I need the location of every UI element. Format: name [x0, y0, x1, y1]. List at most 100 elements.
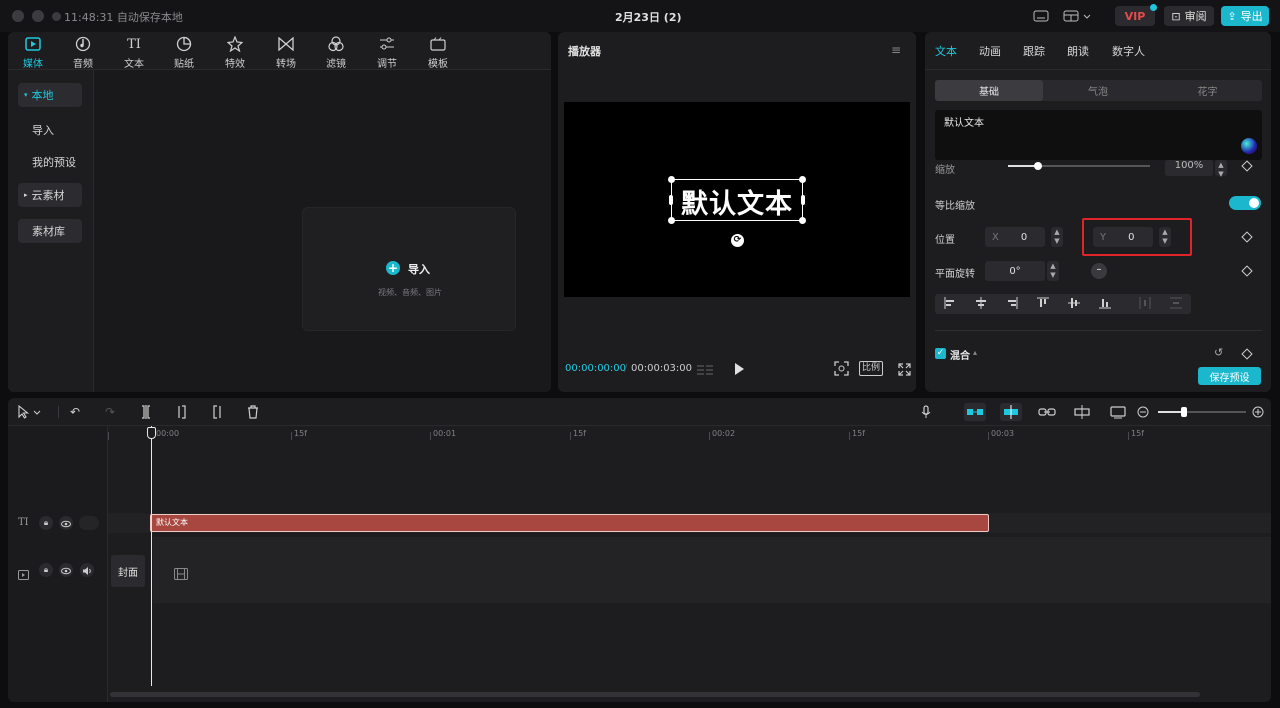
align-center-h-icon[interactable]	[971, 297, 991, 311]
horizontal-scrollbar[interactable]	[110, 692, 1200, 697]
rotation-keyframe-icon[interactable]	[1241, 265, 1253, 277]
rotation-input[interactable]: 0°	[985, 261, 1045, 281]
canvas-text-element[interactable]: 默认文本	[668, 176, 806, 224]
tab-filter[interactable]: 滤镜	[316, 35, 356, 70]
screen-preview-icon[interactable]	[1108, 403, 1128, 421]
subtab-bubble[interactable]: 气泡	[1044, 80, 1152, 101]
tab-text[interactable]: TI 文本	[114, 35, 154, 71]
fit-view-icon[interactable]	[834, 361, 849, 380]
rotation-dial-icon[interactable]: –	[1091, 263, 1107, 279]
close-window-button[interactable]	[12, 10, 24, 22]
tab-animation[interactable]: 动画	[979, 43, 1001, 59]
keyboard-shortcuts-icon[interactable]	[1031, 7, 1051, 25]
text-content-input[interactable]: 默认文本	[935, 110, 1262, 160]
align-top-icon[interactable]	[1033, 297, 1053, 311]
resize-handle-bl[interactable]	[668, 217, 675, 224]
trim-left-icon[interactable]	[174, 403, 190, 421]
scale-stepper[interactable]: ▲ ▼	[1215, 160, 1227, 178]
video-track-lock-icon[interactable]: 🔒︎	[39, 563, 53, 577]
align-center-v-icon[interactable]	[1064, 297, 1084, 311]
select-tool-button[interactable]	[16, 403, 44, 421]
tab-digital-human[interactable]: 数字人	[1112, 43, 1145, 59]
rotate-handle-icon[interactable]: ⟳	[731, 234, 744, 247]
text-track-visibility-icon[interactable]	[59, 516, 73, 530]
cover-button[interactable]: 封面	[111, 555, 145, 587]
resize-handle-tl[interactable]	[668, 176, 675, 183]
position-keyframe-icon[interactable]	[1241, 231, 1253, 243]
sidebar-item-cloud[interactable]: ▸ 云素材	[18, 183, 82, 207]
reset-icon[interactable]: ↺	[1214, 346, 1223, 359]
tab-transition[interactable]: 转场	[266, 35, 306, 70]
toolbar-divider	[58, 406, 59, 418]
zoom-slider-thumb[interactable]	[1181, 407, 1187, 417]
align-bottom-icon[interactable]	[1095, 297, 1115, 311]
timeline-ruler[interactable]: 00:00 15f 00:01 15f 00:02 15f 00:03 15f	[108, 426, 1271, 442]
playhead-handle[interactable]	[147, 427, 156, 439]
tab-template[interactable]: 模板	[418, 35, 458, 70]
fullscreen-icon[interactable]	[898, 361, 911, 380]
tab-text-props[interactable]: 文本	[935, 43, 957, 59]
scale-keyframe-icon[interactable]	[1241, 160, 1253, 172]
trim-right-icon[interactable]	[209, 403, 225, 421]
zoom-out-icon[interactable]	[1135, 403, 1151, 421]
sidebar-item-import[interactable]: 导入	[18, 118, 82, 142]
preview-canvas[interactable]: 默认文本 ⟳	[564, 102, 910, 297]
align-left-icon[interactable]	[940, 297, 960, 311]
blend-checkbox[interactable]: ✓	[935, 348, 946, 359]
tab-sticker[interactable]: 贴纸	[164, 35, 204, 70]
save-preset-button[interactable]: 保存预设	[1198, 367, 1261, 385]
auto-snap-icon[interactable]	[1000, 403, 1022, 421]
split-icon[interactable]	[138, 403, 154, 421]
rotation-stepper[interactable]: ▲ ▼	[1047, 261, 1059, 281]
layout-menu-icon[interactable]	[1062, 7, 1094, 25]
hamburger-menu-icon[interactable]: ≡	[891, 43, 901, 57]
preview-axis-icon[interactable]	[1072, 403, 1092, 421]
play-button[interactable]	[733, 361, 745, 380]
text-track-lock-icon[interactable]: 🔒︎	[39, 516, 53, 530]
subtab-basic[interactable]: 基础	[935, 80, 1043, 101]
resize-handle-br[interactable]	[799, 217, 806, 224]
resize-handle-tr[interactable]	[799, 176, 806, 183]
review-button[interactable]: ⊡ 审阅	[1164, 6, 1214, 26]
video-track-visibility-icon[interactable]	[59, 563, 73, 577]
video-track[interactable]	[153, 537, 1271, 603]
uniform-scale-toggle[interactable]	[1229, 196, 1261, 210]
resize-handle-right[interactable]	[801, 195, 805, 205]
waveform-icon[interactable]	[696, 362, 714, 375]
position-x-input[interactable]: X 0	[985, 227, 1045, 247]
sidebar-item-library[interactable]: 素材库	[18, 219, 82, 243]
scale-slider-thumb[interactable]	[1034, 162, 1042, 170]
position-x-stepper[interactable]: ▲ ▼	[1051, 227, 1063, 247]
tab-read-aloud[interactable]: 朗读	[1067, 43, 1089, 59]
text-clip[interactable]: 默认文本	[150, 514, 989, 532]
sidebar-item-local[interactable]: ▾ 本地	[18, 83, 82, 107]
zoom-slider-track[interactable]	[1186, 411, 1246, 413]
vip-button[interactable]: VIP	[1115, 4, 1157, 26]
ratio-button[interactable]: 比例	[859, 361, 883, 376]
sidebar-item-presets[interactable]: 我的预设	[18, 150, 82, 174]
align-right-icon[interactable]	[1002, 297, 1022, 311]
collapse-caret-icon[interactable]: ▴	[973, 348, 977, 357]
playhead[interactable]	[151, 426, 152, 686]
scale-value-field[interactable]: 100%	[1165, 160, 1213, 176]
scale-slider-track[interactable]	[1040, 165, 1150, 167]
resize-handle-left[interactable]	[669, 195, 673, 205]
magnet-snap-icon[interactable]	[964, 403, 986, 421]
tab-audio[interactable]: 音频	[63, 35, 103, 70]
microphone-icon[interactable]	[918, 403, 934, 421]
tab-tracking[interactable]: 跟踪	[1023, 43, 1045, 59]
tab-adjust[interactable]: 调节	[367, 35, 407, 70]
ai-assistant-icon[interactable]	[1241, 138, 1257, 154]
export-button[interactable]: ⇪ 导出	[1221, 6, 1269, 26]
import-dropzone[interactable]: + 导入 视频、音频、图片	[302, 207, 516, 331]
tab-effects[interactable]: 特效	[215, 35, 255, 70]
undo-icon[interactable]: ↶	[67, 403, 83, 421]
subtab-fancy-text[interactable]: 花字	[1153, 80, 1262, 101]
zoom-in-icon[interactable]	[1250, 403, 1266, 421]
delete-icon[interactable]	[245, 403, 261, 421]
link-icon[interactable]	[1037, 403, 1057, 421]
blend-keyframe-icon[interactable]	[1241, 348, 1253, 360]
video-track-audio-icon[interactable]	[80, 563, 94, 577]
minimize-window-button[interactable]	[32, 10, 44, 22]
tab-media[interactable]: 媒体	[13, 35, 53, 70]
